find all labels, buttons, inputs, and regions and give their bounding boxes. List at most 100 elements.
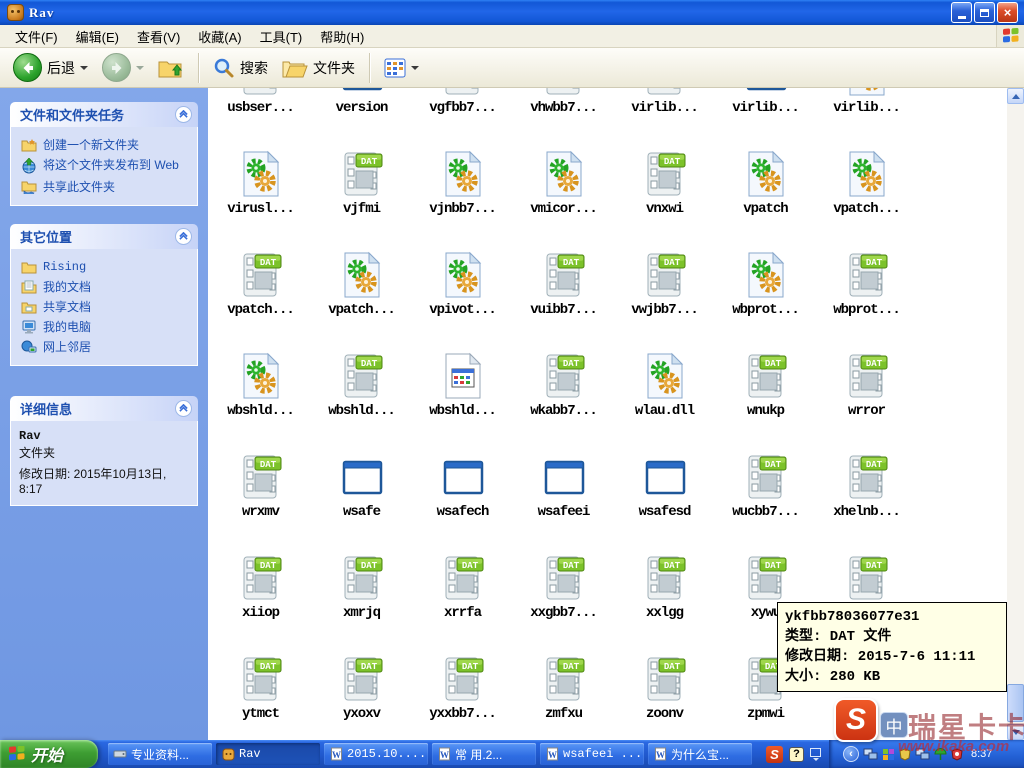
views-dropdown-icon[interactable] xyxy=(411,66,419,70)
menu-item-3[interactable]: 收藏(A) xyxy=(189,24,250,49)
file-item[interactable]: DATusbser... xyxy=(210,88,311,150)
network-icon[interactable] xyxy=(863,748,878,761)
file-item[interactable]: DATwbprot... xyxy=(816,251,917,352)
taskbar-task-1[interactable]: Rav xyxy=(216,743,320,765)
menu-item-5[interactable]: 帮助(H) xyxy=(311,24,373,49)
file-item[interactable]: vpatch xyxy=(715,150,816,251)
ime-help-icon[interactable]: ? xyxy=(789,747,804,762)
svg-text:DAT: DAT xyxy=(360,157,377,167)
taskbar-task-3[interactable]: W常 用.2... xyxy=(432,743,536,765)
menu-item-2[interactable]: 查看(V) xyxy=(128,24,189,49)
sidebar-link-tasks_panel-2[interactable]: 共享此文件夹 xyxy=(19,177,193,197)
file-item[interactable]: virlib... xyxy=(816,88,917,150)
theme-icon[interactable] xyxy=(882,748,895,761)
file-item[interactable]: wbshld... xyxy=(412,352,513,453)
file-item[interactable]: wsafeei xyxy=(513,453,614,554)
file-item[interactable]: vpivot... xyxy=(412,251,513,352)
collapse-panel-icon[interactable] xyxy=(175,400,192,417)
file-item[interactable]: DATvnxwi xyxy=(614,150,715,251)
sidebar-link-places_panel-2[interactable]: 共享文档 xyxy=(19,297,193,317)
file-item[interactable]: DATwucbb7... xyxy=(715,453,816,554)
file-item[interactable]: DATvjfmi xyxy=(311,150,412,251)
menu-item-0[interactable]: 文件(F) xyxy=(6,24,67,49)
file-item[interactable]: wsafech xyxy=(412,453,513,554)
network2-icon[interactable] xyxy=(915,748,930,761)
collapse-panel-icon[interactable] xyxy=(175,106,192,123)
file-item[interactable]: DATwrror xyxy=(816,352,917,453)
rising-shield-icon[interactable] xyxy=(951,748,963,761)
umbrella-icon[interactable] xyxy=(934,748,947,761)
taskbar-task-2[interactable]: W2015.10.... xyxy=(324,743,428,765)
file-item[interactable]: DATxxlgg xyxy=(614,554,715,655)
close-button[interactable]: × xyxy=(997,2,1018,23)
file-item[interactable]: DATyxoxv xyxy=(311,655,412,740)
file-item[interactable]: DATwbshld... xyxy=(311,352,412,453)
file-item[interactable]: DATwrxmv xyxy=(210,453,311,554)
taskbar-task-0[interactable]: 专业资料... xyxy=(108,743,212,765)
file-item[interactable]: DATxhelnb... xyxy=(816,453,917,554)
scroll-up-icon[interactable] xyxy=(1007,88,1024,104)
start-button[interactable]: 开始 xyxy=(0,740,98,768)
file-item[interactable]: DATxxgbb7... xyxy=(513,554,614,655)
file-item[interactable]: DATwnukp xyxy=(715,352,816,453)
word-task-icon: W xyxy=(545,747,559,761)
file-item[interactable]: DATxiiop xyxy=(210,554,311,655)
back-button[interactable]: 后退 xyxy=(8,51,93,84)
file-item[interactable]: vjnbb7... xyxy=(412,150,513,251)
svg-text:DAT: DAT xyxy=(360,662,377,672)
file-item[interactable]: DATvirlib... xyxy=(614,88,715,150)
up-button[interactable] xyxy=(153,54,189,82)
file-item[interactable]: DATzoonv xyxy=(614,655,715,740)
file-item[interactable]: DATyxxbb7... xyxy=(412,655,513,740)
file-item[interactable]: DATvgfbb7... xyxy=(412,88,513,150)
sidebar-link-places_panel-3[interactable]: 我的电脑 xyxy=(19,317,193,337)
shield-icon[interactable] xyxy=(899,748,911,761)
file-item[interactable]: wbshld... xyxy=(210,352,311,453)
file-item[interactable]: DATvhwbb7... xyxy=(513,88,614,150)
file-item[interactable]: DATytmct xyxy=(210,655,311,740)
folders-button[interactable]: 文件夹 xyxy=(277,55,360,81)
file-item[interactable]: virusl... xyxy=(210,150,311,251)
restore-button[interactable] xyxy=(974,2,995,23)
file-item[interactable]: wsafesd xyxy=(614,453,715,554)
file-item[interactable]: DATxrrfa xyxy=(412,554,513,655)
file-item[interactable]: DATvuibb7... xyxy=(513,251,614,352)
window-file-icon xyxy=(338,88,386,97)
taskbar-task-4[interactable]: Wwsafeei .... xyxy=(540,743,644,765)
file-item[interactable]: virlib... xyxy=(715,88,816,150)
search-button[interactable]: 搜索 xyxy=(208,55,273,81)
file-item[interactable]: DATvwjbb7... xyxy=(614,251,715,352)
ime-sogou-icon[interactable]: S xyxy=(766,746,783,763)
file-item[interactable]: version xyxy=(311,88,412,150)
vertical-scrollbar[interactable] xyxy=(1007,88,1024,740)
collapse-chevron-icon[interactable]: ‹ xyxy=(843,746,859,762)
file-item[interactable]: wlau.dll xyxy=(614,352,715,453)
file-item[interactable]: DATzmfxu xyxy=(513,655,614,740)
file-item[interactable]: vmicor... xyxy=(513,150,614,251)
scroll-down-icon[interactable] xyxy=(1007,724,1024,740)
views-button[interactable] xyxy=(379,56,424,80)
sidebar-link-places_panel-4[interactable]: 网上邻居 xyxy=(19,337,193,357)
minimize-button[interactable] xyxy=(951,2,972,23)
scrollbar-thumb[interactable] xyxy=(1007,684,1024,722)
menu-item-1[interactable]: 编辑(E) xyxy=(67,24,128,49)
file-item[interactable]: wbprot... xyxy=(715,251,816,352)
file-item[interactable]: vpatch... xyxy=(816,150,917,251)
sidebar-link-tasks_panel-0[interactable]: 创建一个新文件夹 xyxy=(19,135,193,155)
file-item[interactable]: DATxmrjq xyxy=(311,554,412,655)
ime-toolbar-icon[interactable] xyxy=(810,748,821,761)
file-item[interactable]: vpatch... xyxy=(311,251,412,352)
back-dropdown-icon[interactable] xyxy=(80,66,88,70)
menu-item-4[interactable]: 工具(T) xyxy=(251,24,312,49)
sidebar-link-places_panel-0[interactable]: Rising xyxy=(19,257,193,277)
sidebar-link-tasks_panel-1[interactable]: 将这个文件夹发布到 Web xyxy=(19,155,193,177)
sidebar-link-places_panel-1[interactable]: 我的文档 xyxy=(19,277,193,297)
taskbar-task-5[interactable]: W为什么宝... xyxy=(648,743,752,765)
file-item[interactable]: DATwkabb7... xyxy=(513,352,614,453)
file-item[interactable]: DATvpatch... xyxy=(210,251,311,352)
collapse-panel-icon[interactable] xyxy=(175,228,192,245)
file-item[interactable]: wsafe xyxy=(311,453,412,554)
forward-button[interactable] xyxy=(97,51,149,84)
window-file-icon xyxy=(439,453,487,501)
shared-documents-icon xyxy=(21,300,37,314)
